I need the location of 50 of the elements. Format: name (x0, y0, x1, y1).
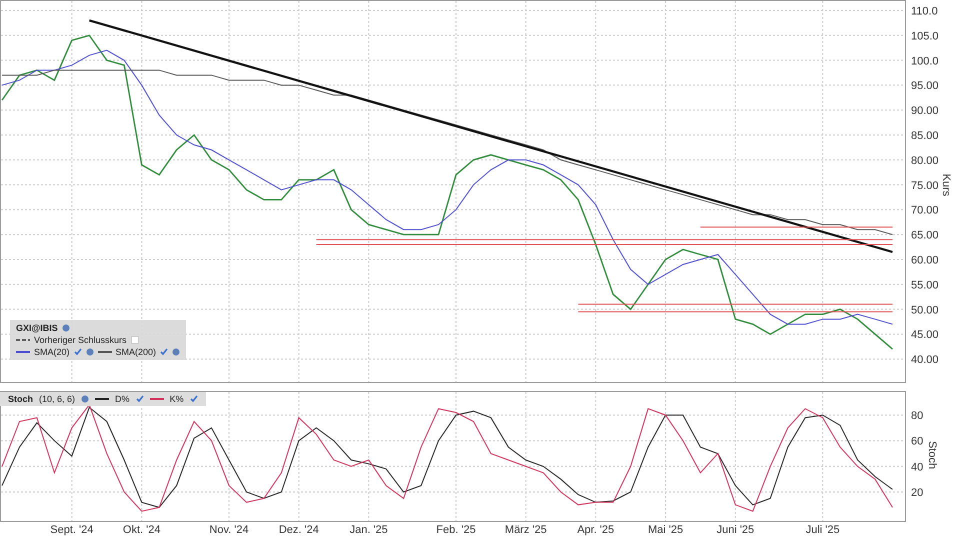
globe-icon[interactable] (81, 395, 90, 403)
legend-title: GXI@IBIS (16, 323, 58, 333)
check-icon[interactable] (74, 348, 82, 356)
globe-icon[interactable] (86, 348, 94, 356)
axis-tick-label: 80.00 (911, 154, 939, 167)
legend-label: Vorheriger Schlusskurs (34, 335, 127, 345)
axis-tick-label: 60.00 (911, 254, 939, 266)
axis-tick-label: 90.00 (911, 105, 939, 118)
axis-tick-label: 105.0 (911, 30, 939, 42)
axis-tick-label: 60 (911, 436, 924, 448)
axis-tick-label: Juli '25 (806, 524, 840, 536)
globe-icon[interactable] (62, 324, 70, 332)
legend-label: D% (115, 394, 130, 404)
axis-tick-label: Sept. '24 (50, 524, 94, 536)
axis-tick-label: März '25 (504, 524, 547, 536)
check-icon[interactable] (160, 348, 168, 356)
axis-tick-label: Apr. '25 (577, 524, 614, 536)
axis-tick-label: Jan. '25 (350, 524, 388, 536)
axis-tick-label: Juni '25 (716, 524, 754, 536)
axis-tick-label: Nov. '24 (209, 524, 249, 536)
globe-icon[interactable] (172, 348, 180, 356)
legend-label: SMA(20) (34, 347, 70, 357)
check-icon[interactable] (136, 395, 144, 403)
indicator-parameters: (10, 6, 6) (39, 394, 76, 404)
axis-tick-label: 100.0 (911, 55, 939, 68)
checkbox[interactable] (130, 336, 139, 344)
axis-tick-label: Feb. '25 (436, 524, 476, 536)
axis-tick-label: Mai '25 (648, 524, 684, 536)
legend-label: K% (170, 394, 184, 404)
dashed-line-icon (16, 338, 30, 342)
axis-tick-label: 95.00 (911, 80, 939, 92)
axis-tick-label: 80 (911, 410, 924, 422)
axis-tick-label: 70.00 (911, 204, 939, 217)
axis-tick-label: 110.0 (911, 5, 938, 18)
axis-tick-label: Dez. '24 (278, 524, 319, 536)
check-icon[interactable] (190, 395, 198, 403)
legend-label: SMA(200) (116, 347, 156, 357)
axis-tick-label: 85.00 (911, 130, 939, 142)
axis-tick-label: 40 (911, 461, 924, 474)
axis-tick-label: 55.00 (911, 279, 939, 292)
axis-tick-label: 20 (911, 487, 924, 500)
axis-title: Kurs (940, 174, 952, 196)
axis-title: Stoch (926, 440, 938, 470)
axis-tick-label: 65.00 (911, 230, 939, 242)
axis-tick-label: Okt. '24 (122, 524, 160, 536)
axis-tick-label: 50.00 (911, 304, 939, 316)
axis-tick-label: 45.00 (911, 329, 939, 342)
axis-tick-label: 40.00 (911, 354, 939, 366)
axis-tick-label: 75.00 (911, 180, 939, 192)
legend-title: Stoch (8, 394, 34, 404)
